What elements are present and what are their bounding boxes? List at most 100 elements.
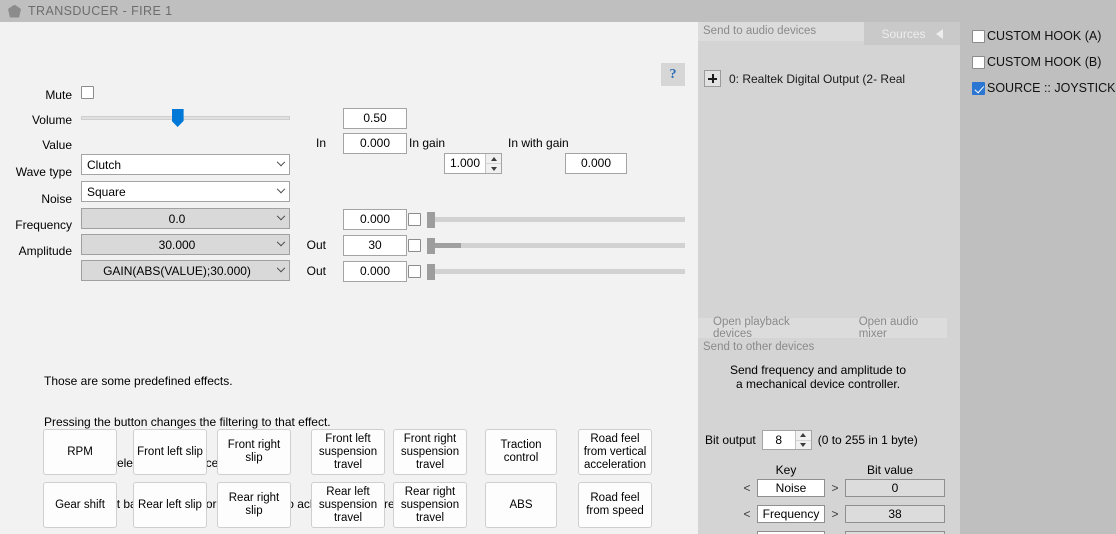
audio-device-list[interactable]: 0: Realtek Digital Output (2- Real (698, 45, 947, 336)
in-gain-spinner[interactable]: 1.000 (444, 153, 502, 174)
out-row-0-slider-thumb[interactable] (427, 212, 435, 228)
noise-combobox[interactable]: 0.0 (81, 208, 290, 229)
out-row-1-value[interactable]: 30 (343, 235, 407, 256)
chevron-down-icon (272, 157, 289, 168)
out-row-2-slider-thumb[interactable] (427, 264, 435, 280)
out-row-2-value[interactable]: 0.000 (343, 261, 407, 282)
prev-key-button[interactable]: < (742, 507, 752, 521)
expand-plus-icon[interactable] (704, 70, 721, 87)
audio-devices-pane: Send to audio devices Sources 0: Realtek… (698, 22, 960, 534)
hook-row-custom-hook-b[interactable]: CUSTOM HOOK (B) (972, 55, 1101, 69)
amplitude-label: Amplitude (18, 244, 72, 258)
amplitude-combobox[interactable]: GAIN(ABS(VALUE);30.000) (81, 260, 290, 281)
volume-slider[interactable] (81, 106, 290, 130)
next-key-button[interactable]: > (830, 481, 840, 495)
preset-button-abs[interactable]: ABS (485, 482, 557, 528)
key-name-noise[interactable]: Noise (757, 479, 825, 497)
value-label: Value (42, 138, 72, 152)
chevron-down-icon (272, 237, 289, 248)
app-polygon-icon (8, 4, 21, 18)
preset-button-road-feel-from-vertical-acceleration[interactable]: Road feel from vertical acceleration (578, 429, 652, 475)
out-row-1-label: Out (306, 238, 326, 252)
bit-output-spin-buttons[interactable] (794, 431, 811, 450)
key-row-noise: < Noise > 0 (742, 479, 945, 497)
custom-hook-a-checkbox[interactable] (972, 29, 985, 43)
preset-button-road-feel-from-speed[interactable]: Road feel from speed (578, 482, 652, 528)
spin-down-button[interactable] (486, 164, 501, 173)
preset-button-rear-left-suspension-travel[interactable]: Rear left suspension travel (311, 482, 385, 528)
out-row-0-checkbox[interactable] (408, 213, 421, 226)
prev-key-button[interactable]: < (742, 481, 752, 495)
out-row-1-slider-thumb[interactable] (427, 238, 435, 254)
mute-label: Mute (45, 88, 72, 102)
help-button[interactable]: ? (661, 63, 685, 86)
preset-button-front-left-slip[interactable]: Front left slip (133, 429, 207, 475)
amplitude-combobox-text: GAIN(ABS(VALUE);30.000) (103, 263, 251, 278)
in-value-field[interactable]: 0.000 (343, 133, 407, 154)
out-row-2-label: Out (306, 264, 326, 278)
bit-output-value[interactable]: 8 (763, 431, 795, 449)
hook-row-custom-hook-a[interactable]: CUSTOM HOOK (A) (972, 29, 1101, 43)
bit-output-note: (0 to 255 in 1 byte) (817, 433, 918, 447)
out-row-2-checkbox[interactable] (408, 265, 421, 278)
title-bar: TRANSDUCER - FIRE 1 (0, 0, 1116, 22)
spin-down-button[interactable] (796, 441, 811, 450)
open-playback-devices-link[interactable]: Open playback devices (713, 316, 829, 340)
spin-up-button[interactable] (486, 154, 501, 164)
audio-devices-header: Send to audio devices (698, 22, 878, 41)
frequency-combobox[interactable]: 30.000 (81, 234, 290, 255)
chevron-down-icon (272, 263, 289, 274)
in-with-gain-label: In with gain (508, 136, 569, 150)
out-row-1-slider[interactable] (427, 237, 685, 255)
out-row-0-value[interactable]: 0.000 (343, 209, 407, 230)
sources-tab[interactable]: Sources (864, 22, 960, 45)
hook-row-source-joysticks[interactable]: SOURCE :: JOYSTICKS (972, 81, 1116, 95)
info-line-1: Pressing the button changes the filterin… (44, 414, 331, 429)
out-row-2-slider[interactable] (427, 263, 685, 281)
bit-output-label: Bit output (705, 433, 756, 447)
preset-button-front-right-slip[interactable]: Front right slip (217, 429, 291, 475)
mechanical-device-description: Send frequency and amplitude to a mechan… (698, 363, 938, 391)
preset-button-gear-shift[interactable]: Gear shift (43, 482, 117, 528)
bit-value-noise: 0 (845, 479, 945, 497)
key-row-frequency: < Frequency > 38 (742, 505, 945, 523)
open-audio-mixer-link[interactable]: Open audio mixer (859, 316, 947, 340)
out-row-0-slider[interactable] (427, 211, 685, 229)
chevron-down-icon (272, 211, 289, 222)
source-joysticks-checkbox[interactable] (972, 81, 985, 95)
out-row-0-slider-track (427, 217, 685, 222)
preset-button-rear-right-slip[interactable]: Rear right slip (217, 482, 291, 528)
out-row-1-checkbox[interactable] (408, 239, 421, 252)
volume-slider-thumb[interactable] (171, 109, 184, 127)
mute-checkbox[interactable] (81, 86, 94, 99)
value-combobox-text: Clutch (87, 157, 122, 172)
preset-button-front-left-suspension-travel[interactable]: Front left suspension travel (311, 429, 385, 475)
volume-slider-track (81, 116, 290, 120)
volume-label: Volume (31, 113, 72, 127)
next-key-button[interactable]: > (830, 507, 840, 521)
bit-value-frequency: 38 (845, 505, 945, 523)
volume-value-display[interactable]: 0.50 (343, 108, 407, 129)
preset-button-traction-control[interactable]: Traction control (485, 429, 557, 475)
audio-device-row[interactable]: 0: Realtek Digital Output (2- Real (704, 70, 905, 87)
info-line-0: Those are some predefined effects. (44, 374, 233, 389)
preset-button-rear-left-slip[interactable]: Rear left slip (133, 482, 207, 528)
value-combobox[interactable]: Clutch (81, 154, 290, 175)
preset-button-front-right-suspension-travel[interactable]: Front right suspension travel (393, 429, 467, 475)
audio-pane-links: Open playback devices Open audio mixer (698, 316, 947, 340)
in-gain-value[interactable]: 1.000 (445, 154, 485, 173)
transducer-window: TRANSDUCER - FIRE 1 ? Mute Volume 0.50 V… (0, 0, 1116, 534)
in-with-gain-field[interactable]: 0.000 (565, 153, 627, 174)
bit-output-spinner[interactable]: 8 (761, 430, 812, 450)
preset-button-rpm[interactable]: RPM (43, 429, 117, 475)
preset-button-rear-right-suspension-travel[interactable]: Rear right suspension travel (393, 482, 467, 528)
spin-up-button[interactable] (795, 431, 811, 441)
custom-hook-b-checkbox[interactable] (972, 55, 985, 69)
custom-hook-b-label: CUSTOM HOOK (B) (987, 55, 1102, 69)
noise-combobox-text: 0.0 (168, 211, 186, 226)
source-joysticks-label: SOURCE :: JOYSTICKS (987, 81, 1116, 95)
key-name-frequency[interactable]: Frequency (757, 505, 825, 523)
window-title: TRANSDUCER - FIRE 1 (28, 4, 173, 18)
in-gain-spin-buttons[interactable] (485, 154, 501, 173)
wave-type-combobox[interactable]: Square (81, 181, 290, 202)
